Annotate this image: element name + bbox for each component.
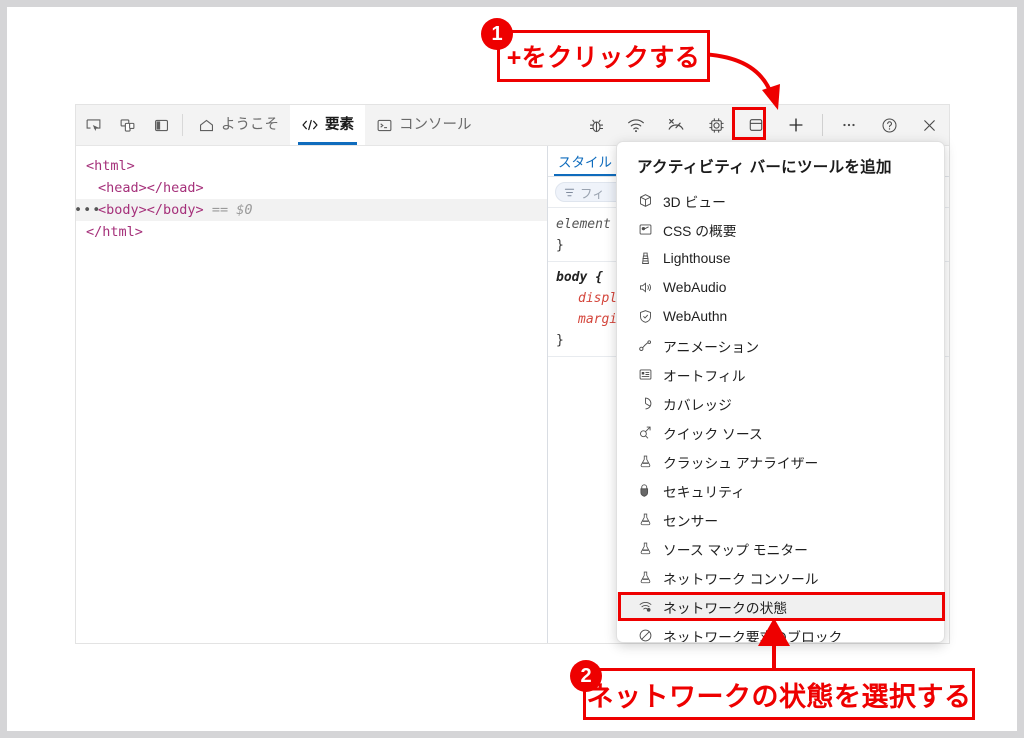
network-conditions-icon [637, 598, 654, 615]
tab-console[interactable]: コンソール [365, 105, 483, 145]
dock-side-icon[interactable] [144, 105, 178, 145]
devtools-left-tools [76, 105, 187, 145]
inspect-element-icon[interactable] [76, 105, 110, 145]
dropdown-title: アクティビティ バーにツールを追加 [637, 159, 892, 176]
menu-item-coverage[interactable]: カバレッジ [617, 389, 944, 418]
experiment-icon [637, 569, 654, 586]
close-icon[interactable] [909, 105, 949, 145]
menu-item-label: センサー [663, 513, 719, 529]
menu-item-source-map-monitor[interactable]: ソース マップ モニター [617, 534, 944, 563]
block-icon [637, 627, 654, 642]
menu-item-webauthn[interactable]: WebAuthn [617, 302, 944, 331]
tab-bar-spacer [483, 105, 577, 145]
terminal-icon [376, 117, 393, 134]
dom-node-text: <html> [86, 158, 135, 174]
menu-item-crash-analyzer[interactable]: クラッシュ アナライザー [617, 447, 944, 476]
menu-item-sensors[interactable]: センサー [617, 505, 944, 534]
dom-tree-panel[interactable]: <html> <head></head> ••• <body></body> =… [76, 146, 548, 643]
lighthouse-icon [637, 250, 654, 267]
wifi-icon[interactable] [616, 105, 656, 145]
animation-icon [637, 337, 654, 354]
toolbar-divider [182, 114, 183, 136]
shield-check-icon [637, 308, 654, 325]
menu-item-label: クイック ソース [663, 426, 763, 442]
dom-row[interactable]: </html> [76, 221, 547, 243]
menu-item-lighthouse[interactable]: Lighthouse [617, 244, 944, 273]
menu-item-label: WebAuthn [663, 309, 728, 324]
menu-item-label: 3D ビュー [663, 194, 726, 210]
css-brace: } [556, 238, 564, 253]
filter-icon [564, 187, 575, 198]
tab-elements-label: 要素 [325, 116, 354, 133]
menu-item-label: オートフィル [663, 368, 746, 384]
dom-node-text: <body></body> [98, 202, 204, 218]
css-brace: } [556, 333, 564, 348]
menu-item-label: ソース マップ モニター [663, 542, 808, 558]
speaker-icon [637, 279, 654, 296]
cube-3d-icon [637, 192, 654, 209]
experiment-icon [637, 511, 654, 528]
css-property[interactable]: margi [556, 312, 617, 327]
help-icon[interactable] [869, 105, 909, 145]
css-selector: element [556, 217, 611, 232]
callout-step-1-text: +をクリックする [506, 44, 701, 72]
menu-item-security[interactable]: セキュリティ [617, 476, 944, 505]
bug-icon[interactable] [576, 105, 616, 145]
css-overview-icon [637, 221, 654, 238]
menu-item-label: ネットワーク コンソール [663, 571, 819, 587]
styles-filter-placeholder: フィ [580, 186, 605, 201]
menu-item-label: CSS の概要 [663, 223, 737, 239]
tab-welcome-label: ようこそ [221, 116, 279, 133]
menu-item-network-console[interactable]: ネットワーク コンソール [617, 563, 944, 592]
badge-step-1: 1 [481, 18, 513, 50]
more-options-icon[interactable] [829, 105, 869, 145]
dom-node-text: </html> [86, 224, 143, 240]
menu-item-css-overview[interactable]: CSS の概要 [617, 215, 944, 244]
callout-step-1: +をクリックする [497, 30, 710, 82]
menu-item-label: アニメーション [663, 339, 760, 355]
menu-item-label: クラッシュ アナライザー [663, 455, 819, 471]
menu-item-label: Lighthouse [663, 251, 731, 266]
window-controls-divider [822, 114, 823, 136]
menu-item-animations[interactable]: アニメーション [617, 331, 944, 360]
menu-item-label: WebAudio [663, 280, 727, 295]
add-tool-dropdown: アクティビティ バーにツールを追加 3D ビュー CSS の概要 Lightho… [616, 141, 945, 643]
menu-item-label: セキュリティ [663, 484, 745, 500]
css-selector: body { [556, 270, 603, 285]
menu-item-autofill[interactable]: オートフィル [617, 360, 944, 389]
autofill-form-icon [637, 366, 654, 383]
menu-item-quick-source[interactable]: クイック ソース [617, 418, 944, 447]
css-property[interactable]: displ [556, 291, 617, 306]
dom-row[interactable]: <html> [76, 155, 547, 177]
dom-node-text: <head></head> [98, 180, 204, 196]
dom-row[interactable]: <head></head> [76, 177, 547, 199]
code-brackets-icon [301, 117, 319, 133]
menu-item-label: カバレッジ [663, 397, 732, 413]
dom-ellipsis-icon: ••• [75, 202, 102, 218]
badge-step-2: 2 [570, 660, 602, 692]
device-emulation-icon[interactable] [110, 105, 144, 145]
quick-source-icon [637, 424, 654, 441]
callout-step-2-text: ネットワークの状態を選択する [586, 681, 972, 712]
experiment-icon [637, 453, 654, 470]
experiment-icon [637, 540, 654, 557]
coverage-pie-icon [637, 395, 654, 412]
tab-styles[interactable]: スタイル [548, 151, 622, 176]
devtools-tab-bar: ようこそ 要素 コンソール [76, 105, 949, 146]
menu-item-3d-view[interactable]: 3D ビュー [617, 186, 944, 215]
callout-step-2: ネットワークの状態を選択する [583, 668, 975, 720]
lock-shield-icon [637, 482, 654, 499]
tab-welcome[interactable]: ようこそ [187, 105, 290, 145]
tab-elements[interactable]: 要素 [290, 105, 365, 145]
tab-console-label: コンソール [399, 116, 472, 133]
menu-item-webaudio[interactable]: WebAudio [617, 273, 944, 302]
dom-row-selected[interactable]: ••• <body></body> == $0 [76, 199, 547, 221]
home-icon [198, 117, 215, 134]
dom-node-ref: == $0 [211, 202, 253, 218]
